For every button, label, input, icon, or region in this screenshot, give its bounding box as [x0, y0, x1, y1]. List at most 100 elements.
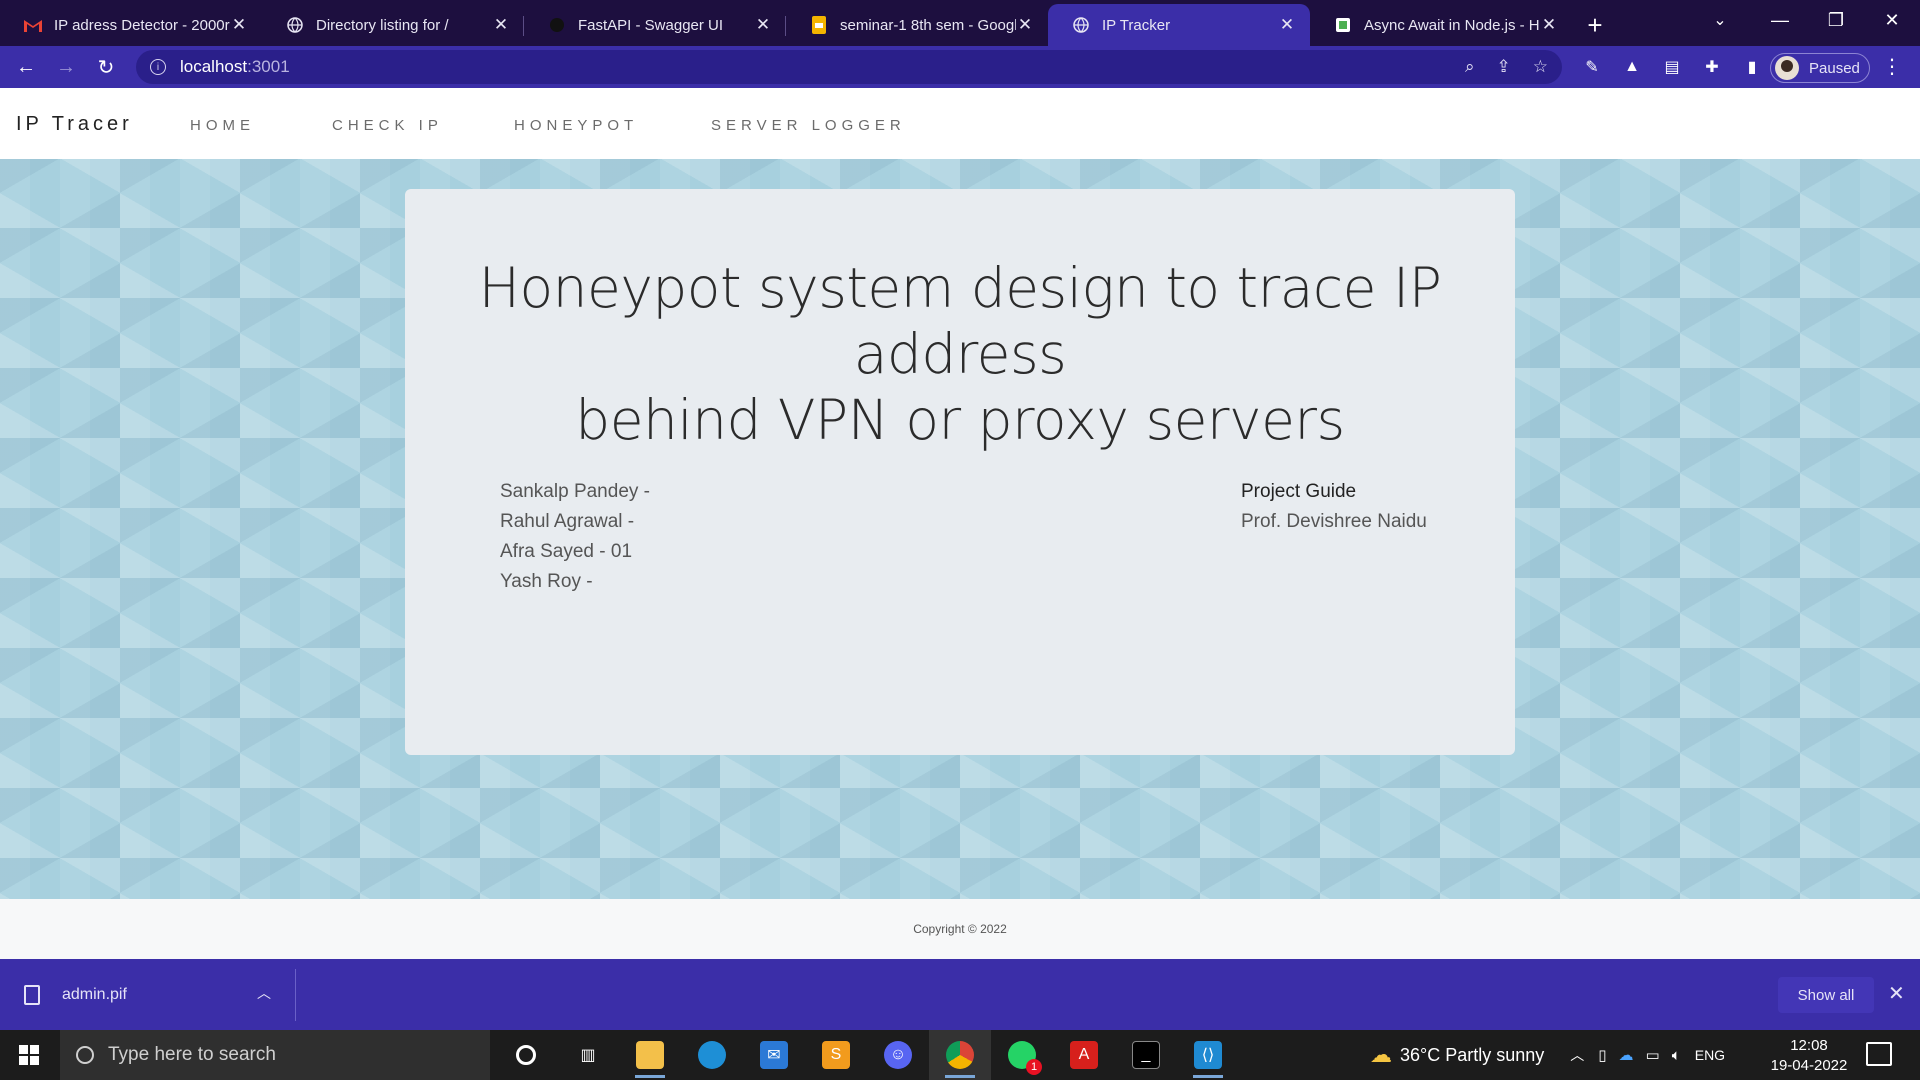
file-explorer-button[interactable] — [619, 1030, 681, 1080]
terminal-button[interactable]: _ — [1115, 1030, 1177, 1080]
avatar — [1775, 56, 1799, 80]
hero-card: Honeypot system design to trace IP addre… — [405, 189, 1515, 755]
onedrive-icon[interactable]: ☁ — [1619, 1046, 1634, 1064]
chevron-up-icon[interactable]: ︿ — [257, 983, 271, 1003]
cortana-button[interactable] — [495, 1030, 557, 1080]
site-brand[interactable]: IP Tracer — [16, 113, 133, 136]
sublime-button[interactable]: S — [805, 1030, 867, 1080]
nav-home[interactable]: HOME — [190, 117, 255, 134]
battery-icon[interactable]: ▭ — [1646, 1046, 1660, 1064]
extensions-area: ✎ ▲ ▤ ✚ ▮ — [1580, 50, 1764, 84]
menu-kebab-icon[interactable]: ⋮ — [1882, 54, 1902, 79]
nav-honeypot[interactable]: HONEYPOT — [514, 117, 638, 134]
discord-icon: ☺ — [884, 1041, 912, 1069]
reload-button[interactable]: ↻ — [86, 49, 126, 85]
close-icon[interactable]: ✕ — [1278, 15, 1296, 35]
url-host: localhost — [180, 57, 248, 76]
profile-button[interactable]: Paused — [1770, 53, 1870, 83]
tab-title: seminar-1 8th sem - Googl — [840, 16, 1016, 34]
minimize-button[interactable]: — — [1752, 0, 1808, 40]
close-icon[interactable]: ✕ — [1888, 981, 1905, 1006]
pen-extension-icon[interactable]: ✎ — [1580, 55, 1604, 79]
close-icon[interactable]: ✕ — [230, 15, 248, 35]
divider — [295, 969, 296, 1021]
start-button[interactable] — [0, 1030, 58, 1080]
cortana-icon — [516, 1045, 536, 1065]
close-icon[interactable]: ✕ — [1016, 15, 1034, 35]
tab-search-button[interactable]: ⌄ — [1700, 0, 1740, 40]
team-members: Sankalp Pandey - Rahul Agrawal - Afra Sa… — [500, 477, 650, 597]
tab-directory-listing[interactable]: Directory listing for / ✕ — [262, 4, 524, 46]
volume-icon[interactable]: 🔈︎ — [1672, 1047, 1681, 1064]
acrobat-button[interactable]: A — [1053, 1030, 1115, 1080]
site-footer: Copyright © 2022 — [0, 899, 1920, 959]
device-icon[interactable]: ▯ — [1598, 1046, 1606, 1064]
close-icon[interactable]: ✕ — [492, 15, 510, 35]
vscode-button[interactable]: ⟨⟩ — [1177, 1030, 1239, 1080]
window-close-button[interactable]: ✕ — [1864, 0, 1920, 40]
forward-button[interactable]: → — [46, 49, 86, 85]
tab-title: Async Await in Node.js - Ho — [1364, 16, 1540, 34]
taskbar-search[interactable]: Type here to search — [60, 1030, 490, 1080]
system-tray: ☁ 36°C Partly sunny ︿ ▯ ☁ ▭ 🔈︎ ENG — [1370, 1030, 1725, 1080]
discord-button[interactable]: ☺ — [867, 1030, 929, 1080]
chrome-button[interactable] — [929, 1030, 991, 1080]
tab-ip-tracker[interactable]: IP Tracker ✕ — [1048, 4, 1310, 46]
guide-name: Prof. Devishree Naidu — [1241, 511, 1427, 532]
globe-icon — [286, 16, 304, 34]
bookmark-star-icon[interactable]: ☆ — [1533, 57, 1548, 77]
close-icon[interactable]: ✕ — [754, 15, 772, 35]
tab-title: FastAPI - Swagger UI — [578, 16, 724, 34]
new-tab-button[interactable]: + — [1572, 4, 1618, 46]
close-icon[interactable]: ✕ — [1540, 15, 1558, 35]
download-bar: admin.pif ︿ Show all ✕ — [0, 959, 1920, 1030]
site-info-icon[interactable]: i — [150, 59, 166, 75]
nav-server-logger[interactable]: SERVER LOGGER — [711, 117, 906, 134]
side-panel-icon[interactable]: ▮ — [1740, 55, 1764, 79]
chevron-up-icon[interactable]: ︿ — [1570, 1045, 1584, 1065]
notifications-icon[interactable] — [1866, 1042, 1892, 1066]
sublime-icon: S — [822, 1041, 850, 1069]
download-item[interactable]: admin.pif ︿ — [0, 959, 295, 1030]
mail-button[interactable]: ✉ — [743, 1030, 805, 1080]
hat-extension-icon[interactable]: ▲ — [1620, 55, 1644, 79]
clock[interactable]: 12:08 19-04-2022 — [1764, 1036, 1854, 1076]
file-icon — [24, 984, 40, 1005]
doc-extension-icon[interactable]: ▤ — [1660, 55, 1684, 79]
folder-icon — [636, 1041, 664, 1069]
whatsapp-button[interactable]: 1 — [991, 1030, 1053, 1080]
member-item: Sankalp Pandey - — [500, 481, 650, 502]
url-port: :3001 — [247, 57, 290, 76]
show-all-button[interactable]: Show all — [1778, 977, 1874, 1013]
notification-badge: 1 — [1026, 1059, 1042, 1075]
share-icon[interactable]: ⇪ — [1497, 57, 1511, 77]
task-view-button[interactable]: ▥ — [557, 1030, 619, 1080]
restore-button[interactable]: ❐ — [1808, 0, 1864, 40]
edge-icon — [698, 1041, 726, 1069]
tab-gmail[interactable]: IP adress Detector - 2000ra ✕ — [0, 4, 262, 46]
zoom-icon[interactable]: ⌕ — [1465, 57, 1475, 77]
vscode-icon: ⟨⟩ — [1194, 1041, 1222, 1069]
member-item: Rahul Agrawal - — [500, 511, 635, 532]
address-bar[interactable]: i localhost:3001 ⌕ ⇪ ☆ — [136, 50, 1562, 84]
nav-check-ip[interactable]: CHECK IP — [332, 117, 443, 134]
extensions-puzzle-icon[interactable]: ✚ — [1700, 55, 1724, 79]
tab-title: Directory listing for / — [316, 16, 449, 34]
acrobat-icon: A — [1070, 1041, 1098, 1069]
windows-taskbar: Type here to search ▥ ✉ S ☺ 1 A _ ⟨⟩ ☁ 3… — [0, 1030, 1920, 1080]
tab-async-await[interactable]: Async Await in Node.js - Ho ✕ — [1310, 4, 1572, 46]
site-icon — [1334, 16, 1352, 34]
search-placeholder: Type here to search — [108, 1044, 276, 1065]
member-item: Afra Sayed - 01 — [500, 541, 633, 562]
tab-title: IP adress Detector - 2000ra — [54, 16, 230, 34]
back-button[interactable]: ← — [6, 49, 46, 85]
window-controls: — ❐ ✕ — [1752, 0, 1920, 40]
page-title-line-2: behind VPN or proxy servers — [575, 388, 1345, 452]
page-title-line-1: Honeypot system design to trace IP addre… — [478, 256, 1442, 386]
tab-google-slides[interactable]: seminar-1 8th sem - Googl ✕ — [786, 4, 1048, 46]
tab-fastapi[interactable]: FastAPI - Swagger UI ✕ — [524, 4, 786, 46]
edge-button[interactable] — [681, 1030, 743, 1080]
whatsapp-icon: 1 — [1008, 1041, 1042, 1075]
weather-text[interactable]: 36°C Partly sunny — [1400, 1045, 1544, 1066]
language-indicator[interactable]: ENG — [1695, 1047, 1725, 1063]
